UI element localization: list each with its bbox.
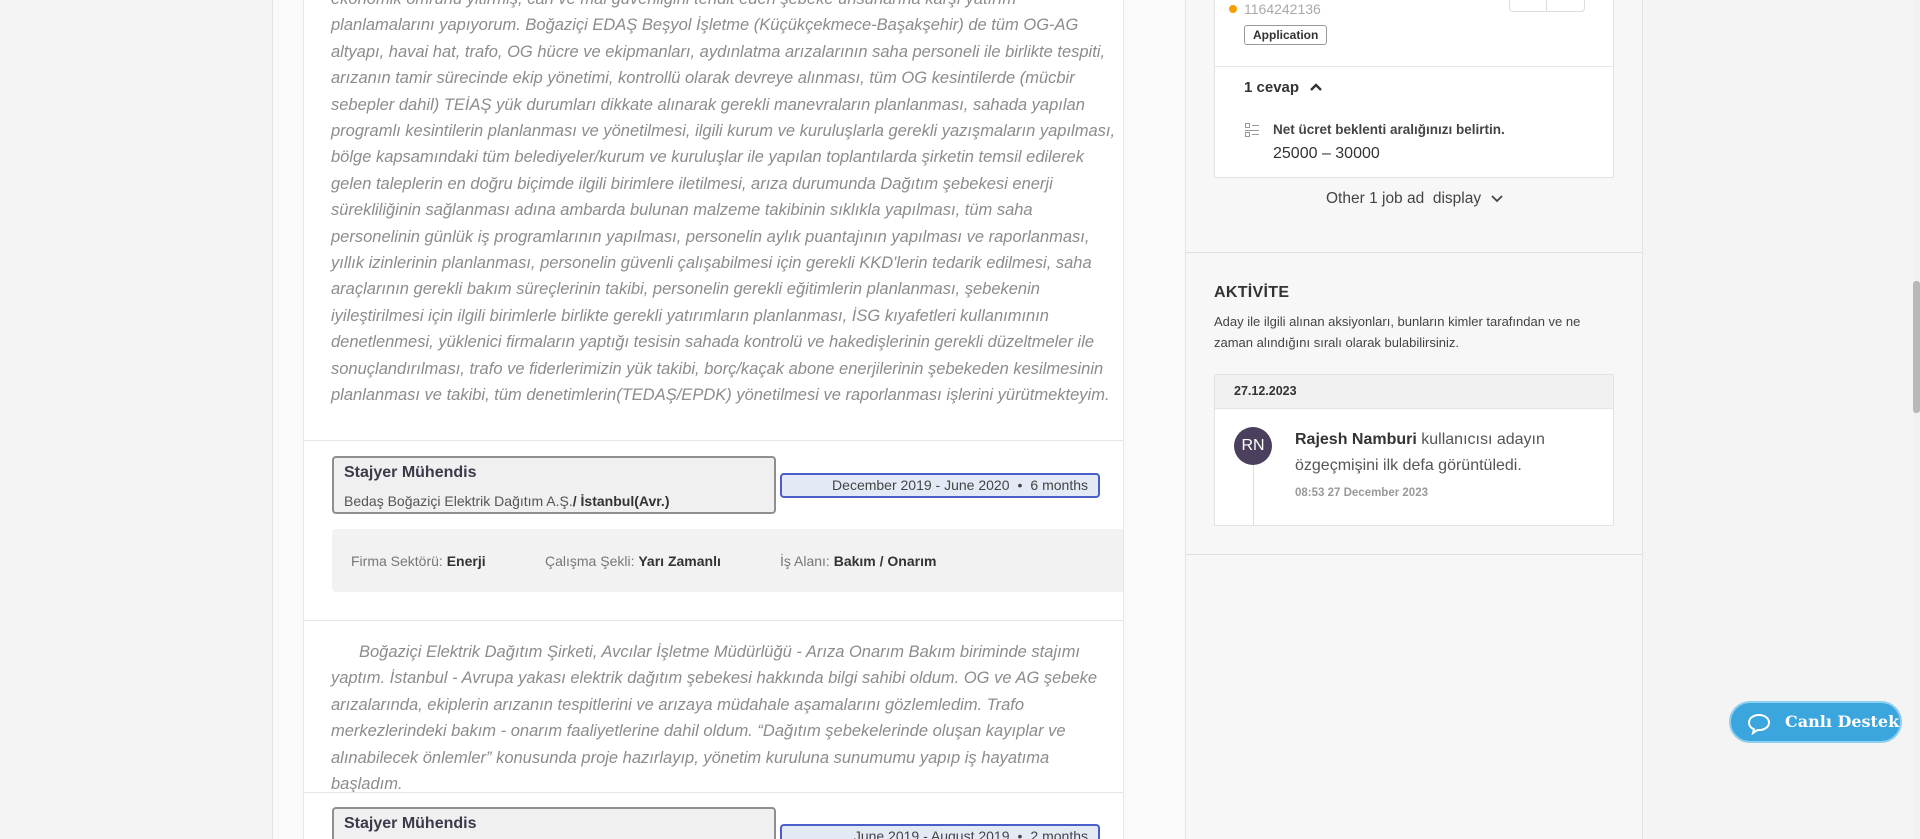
live-support-button[interactable]: Canlı Destek	[1729, 701, 1902, 743]
sector-value: Enerji	[446, 553, 486, 569]
activity-title: AKTİVİTE	[1214, 284, 1290, 301]
job-header: Stajyer Mühendis	[332, 807, 776, 839]
job-date-range: June 2019 - August 2019	[853, 828, 1010, 839]
divider	[304, 620, 1123, 621]
job-meta: Firma Sektörü: Enerji Çalışma Şekli: Yar…	[332, 529, 1123, 592]
application-card: 1164242136 Application 1 cevap Net ücret…	[1214, 0, 1614, 178]
question-text: Net ücret beklenti aralığınızı belirtin.	[1273, 122, 1505, 137]
sector-item: Firma Sektörü: Enerji	[351, 553, 486, 569]
avatar: RN	[1234, 427, 1272, 465]
question-answer: 25000 – 30000	[1273, 145, 1380, 162]
activity-card: 27.12.2023 RN Rajesh Namburi kullanıcısı…	[1214, 374, 1614, 526]
divider	[1186, 554, 1642, 555]
replies-toggle[interactable]: 1 cevap	[1244, 79, 1323, 96]
chevron-up-icon	[1309, 79, 1323, 96]
company-name: Bedaş Boğaziçi Elektrik Dağıtım A.Ş.	[344, 493, 573, 509]
right-sidebar: 1164242136 Application 1 cevap Net ücret…	[1185, 0, 1642, 839]
company-location: / İstanbul(Avr.)	[572, 493, 670, 509]
job-title: Stajyer Mühendis	[344, 815, 477, 832]
separator-dot: •	[1017, 477, 1023, 493]
activity-date: 27.12.2023	[1215, 375, 1613, 409]
experience-description: ekonomik ömrünü yitirmiş, can ve mal güv…	[331, 0, 1121, 409]
other-job-ads-label: Other 1 job ad	[1326, 190, 1425, 207]
work-type-value: Yarı Zamanlı	[638, 553, 721, 569]
job-duration: 6 months	[1030, 477, 1088, 493]
action-buttons[interactable]	[1509, 0, 1585, 12]
activity-time: 08:53 27 December 2023	[1295, 487, 1428, 499]
activity-text: Rajesh Namburi kullanıcısı adayın özgeçm…	[1295, 427, 1595, 479]
other-job-ads-action: display	[1432, 190, 1482, 207]
application-tag: Application	[1244, 25, 1328, 45]
job-dates: December 2019 - June 2020 • 6 months	[780, 473, 1100, 498]
chat-bubble-icon	[1747, 711, 1771, 736]
candidate-cv-panel: ekonomik ömrünü yitirmiş, can ve mal güv…	[303, 0, 1124, 839]
live-support-label: Canlı Destek	[1785, 712, 1900, 731]
experience-description-text: ekonomik ömrünü yitirmiş, can ve mal güv…	[331, 0, 1116, 405]
job-company: Bedaş Boğaziçi Elektrik Dağıtım A.Ş./ İs…	[344, 493, 669, 509]
job-header: Stajyer Mühendis Bedaş Boğaziçi Elektrik…	[332, 456, 776, 514]
work-type-item: Çalışma Şekli: Yarı Zamanlı	[545, 553, 721, 569]
divider	[1215, 66, 1613, 67]
reply-count-label: 1 cevap	[1244, 79, 1300, 96]
area-value: Bakım / Onarım	[833, 553, 937, 569]
separator-dot: •	[1017, 828, 1023, 839]
job-title: Stajyer Mühendis	[344, 464, 477, 481]
status-dot	[1229, 5, 1237, 13]
divider	[1186, 252, 1642, 253]
activity-description: Aday ile ilgili alınan aksiyonları, bunl…	[1214, 314, 1581, 350]
job-dates: June 2019 - August 2019 • 2 months	[780, 824, 1100, 839]
area-item: İş Alanı: Bakım / Onarım	[780, 553, 936, 569]
experience-description: Boğaziçi Elektrik Dağıtım Şirketi, Avcıl…	[331, 639, 1121, 797]
experience-description-text: Boğaziçi Elektrik Dağıtım Şirketi, Avcıl…	[331, 643, 1098, 794]
page-scrollbar[interactable]	[1913, 0, 1920, 839]
divider	[304, 792, 1123, 793]
job-duration: 2 months	[1030, 828, 1088, 839]
work-type-label: Çalışma Şekli:	[545, 553, 635, 569]
other-job-ads-toggle[interactable]: Other 1 job ad display	[1326, 190, 1504, 208]
scrollbar-thumb[interactable]	[1913, 281, 1920, 413]
divider	[304, 440, 1123, 441]
area-label: İş Alanı:	[780, 553, 830, 569]
list-icon	[1245, 123, 1259, 137]
activity-user[interactable]: Rajesh Namburi	[1295, 431, 1417, 448]
chevron-down-icon	[1491, 190, 1504, 208]
phone-number: 1164242136	[1244, 1, 1321, 17]
job-date-range: December 2019 - June 2020	[832, 477, 1010, 493]
sector-label: Firma Sektörü:	[351, 553, 443, 569]
